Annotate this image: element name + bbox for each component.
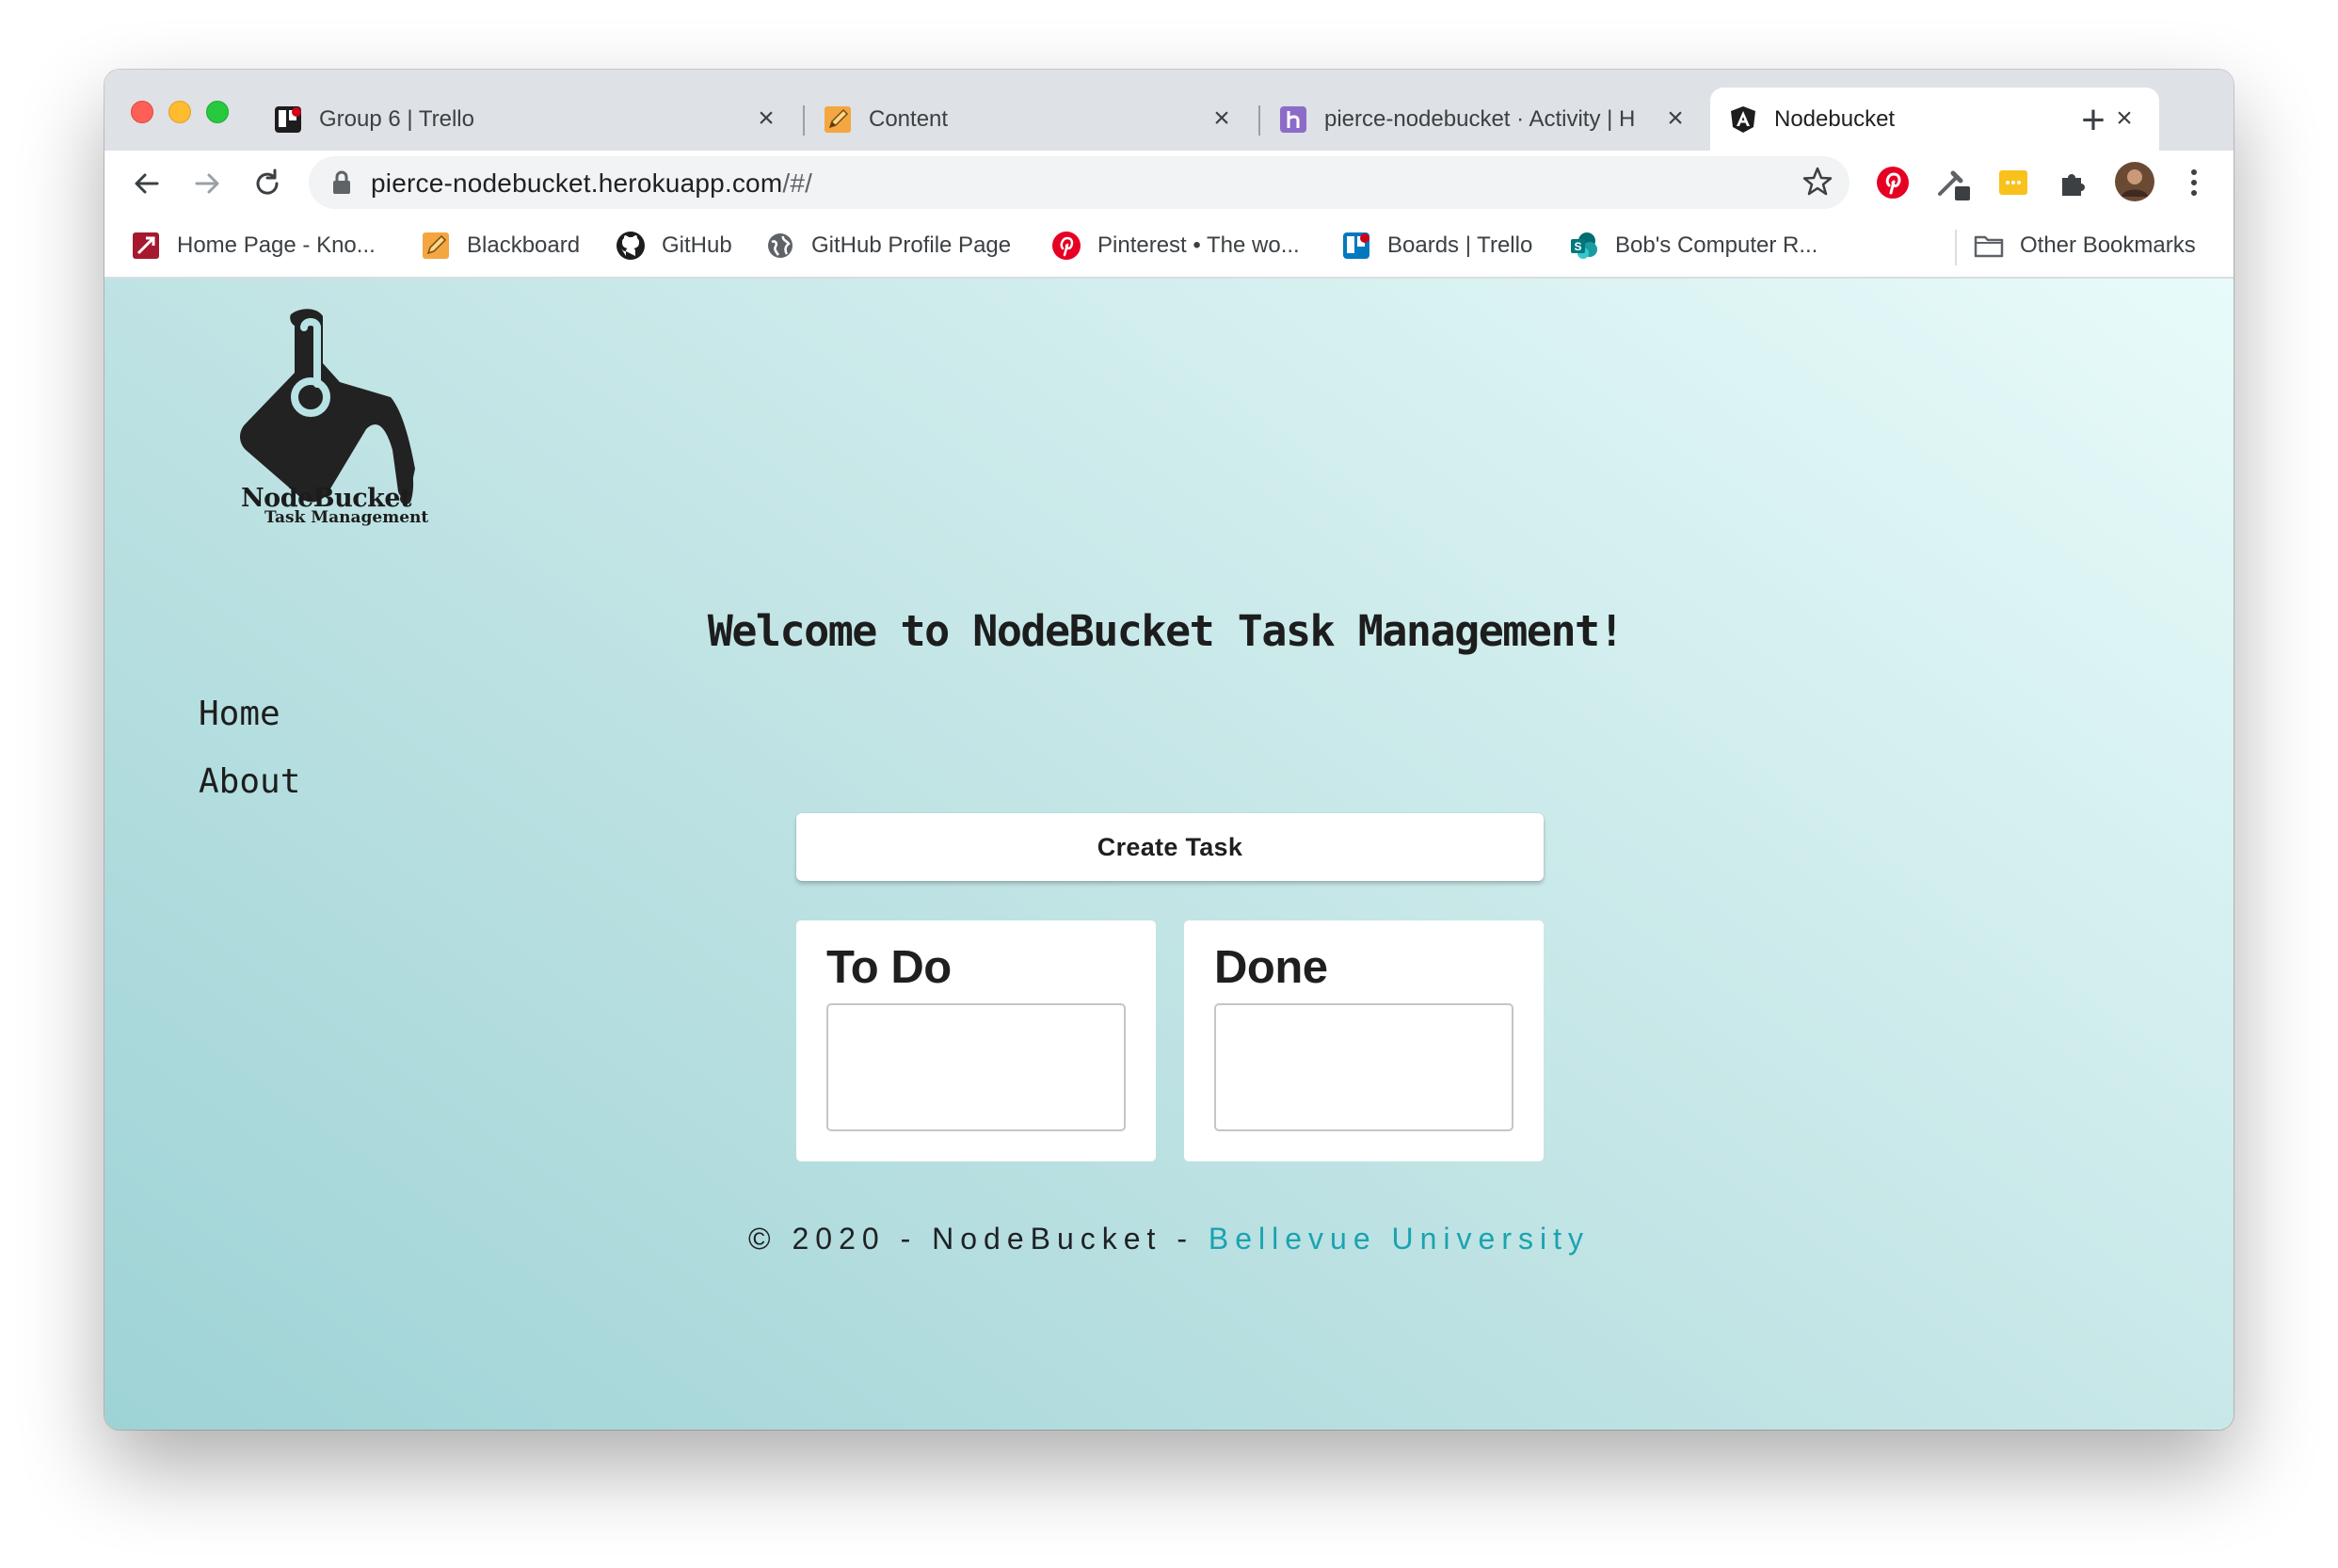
bookmarks-bar: Home Page - Kno... Blackboard GitHub Git… — [104, 216, 2234, 279]
footer-link[interactable]: Bellevue University — [1209, 1222, 1590, 1256]
bookmark-trello-boards[interactable]: Boards | Trello — [1341, 231, 1532, 261]
url-path: /#/ — [782, 168, 813, 198]
bookmark-label: Home Page - Kno... — [177, 232, 376, 258]
close-window-button[interactable] — [131, 101, 153, 123]
bookmark-label: Blackboard — [467, 232, 581, 258]
todo-task-list[interactable] — [826, 1003, 1126, 1131]
maximize-window-button[interactable] — [206, 101, 229, 123]
github-icon — [616, 231, 646, 261]
forward-button[interactable] — [184, 160, 231, 207]
pinterest-extension-icon[interactable] — [1874, 164, 1912, 201]
tab-heroku-activity[interactable]: pierce-nodebucket · Activity | H × — [1260, 88, 1710, 151]
heroku-icon — [1279, 105, 1307, 134]
bookmarks-separator — [1955, 230, 1957, 265]
other-bookmarks-folder[interactable]: Other Bookmarks — [1974, 231, 2196, 261]
folder-icon — [1974, 231, 2004, 261]
done-title: Done — [1214, 942, 1328, 993]
globe-icon — [765, 231, 795, 261]
bookmark-label: Bob's Computer R... — [1615, 232, 1818, 258]
pencil-icon — [421, 231, 451, 261]
page-content: NodeBucket Task Management Home About We… — [104, 279, 2234, 1430]
bookmark-home-page[interactable]: Home Page - Kno... — [131, 231, 376, 261]
bookmark-bobs-computer[interactable]: S Bob's Computer R... — [1569, 231, 1818, 261]
bookmark-pinterest[interactable]: Pinterest • The wo... — [1051, 231, 1300, 261]
arrow-right-icon — [195, 173, 219, 194]
close-tab-icon[interactable]: × — [1661, 104, 1689, 133]
knowledge-icon — [131, 231, 161, 261]
footer-text: © 2020 - NodeBucket - — [748, 1222, 1209, 1256]
bookmark-label: GitHub — [662, 232, 732, 258]
close-tab-icon[interactable]: × — [752, 104, 780, 133]
tab-title: Group 6 | Trello — [319, 105, 474, 132]
back-button[interactable] — [123, 160, 170, 207]
browser-toolbar: pierce-nodebucket.herokuapp.com/#/ — [104, 151, 2234, 216]
trello-icon — [1341, 231, 1371, 261]
bookmark-blackboard[interactable]: Blackboard — [421, 231, 580, 261]
page-title: Welcome to NodeBucket Task Management! — [104, 606, 2234, 656]
nav-link-about[interactable]: About — [199, 762, 300, 801]
bookmark-github-profile[interactable]: GitHub Profile Page — [765, 231, 1011, 261]
eyedropper-extension-icon[interactable] — [1934, 164, 1972, 201]
extensions-puzzle-icon[interactable] — [2055, 164, 2092, 201]
sharepoint-icon: S — [1569, 231, 1599, 261]
bookmark-github[interactable]: GitHub — [616, 231, 732, 261]
reload-icon — [256, 168, 279, 195]
svg-text:S: S — [1574, 240, 1581, 253]
tab-strip: Group 6 | Trello × Content × pierce-node… — [104, 70, 2234, 151]
pinterest-icon — [1051, 231, 1081, 261]
notes-extension-icon[interactable] — [1994, 164, 2032, 201]
minimize-window-button[interactable] — [168, 101, 191, 123]
arrow-left-icon — [135, 173, 159, 194]
tab-title: pierce-nodebucket · Activity | H — [1324, 105, 1636, 132]
bookmark-label: GitHub Profile Page — [811, 232, 1012, 258]
welcome-text: Welcome to NodeBucket Task Management! — [707, 606, 1625, 656]
trello-icon — [274, 105, 302, 134]
bookmark-label: Pinterest • The wo... — [1097, 232, 1300, 258]
close-tab-icon[interactable]: × — [1208, 104, 1236, 133]
lock-icon — [331, 169, 352, 200]
browser-window: Group 6 | Trello × Content × pierce-node… — [104, 70, 2234, 1430]
reload-button[interactable] — [244, 160, 291, 207]
bookmark-label: Boards | Trello — [1387, 232, 1533, 258]
chrome-menu-icon[interactable] — [2175, 164, 2213, 201]
profile-avatar[interactable] — [2113, 160, 2156, 203]
angular-icon — [1729, 105, 1757, 134]
pencil-icon — [824, 105, 852, 134]
url-host: pierce-nodebucket.herokuapp.com — [371, 168, 783, 198]
done-task-list[interactable] — [1214, 1003, 1513, 1131]
create-task-button[interactable]: Create Task — [796, 813, 1544, 881]
bookmark-label: Other Bookmarks — [2020, 232, 2196, 258]
tab-content[interactable]: Content × — [805, 88, 1257, 151]
footer: © 2020 - NodeBucket - Bellevue Universit… — [104, 1222, 2234, 1256]
tab-trello-group[interactable]: Group 6 | Trello × — [255, 88, 801, 151]
tab-title: Content — [869, 105, 949, 132]
todo-card: To Do — [796, 920, 1156, 1161]
nav-link-home[interactable]: Home — [199, 695, 280, 733]
todo-title: To Do — [826, 942, 952, 993]
bookmark-star-icon[interactable] — [1801, 165, 1834, 203]
address-bar[interactable]: pierce-nodebucket.herokuapp.com/#/ — [309, 156, 1850, 209]
done-card: Done — [1184, 920, 1544, 1161]
url-text: pierce-nodebucket.herokuapp.com/#/ — [371, 168, 812, 199]
new-tab-button[interactable]: + — [2070, 98, 2117, 145]
logo-subtitle: Task Management — [264, 508, 429, 527]
